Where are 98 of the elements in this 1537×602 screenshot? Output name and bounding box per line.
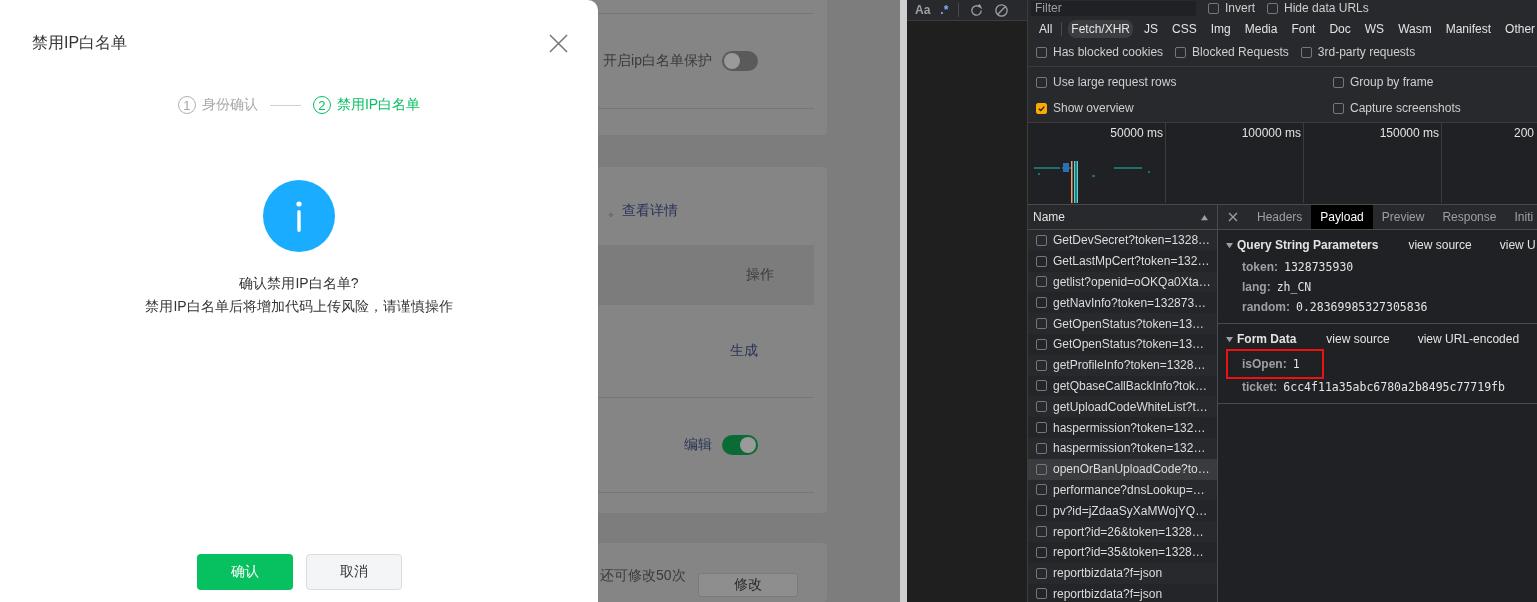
checkbox[interactable] bbox=[1300, 46, 1312, 58]
cancel-button[interactable]: 取消 bbox=[305, 554, 402, 590]
checkbox-label: Show overview bbox=[1053, 101, 1134, 115]
checkbox-label: Invert bbox=[1225, 1, 1255, 15]
param-value: 1328735930 bbox=[1284, 260, 1354, 274]
param-key: isOpen: bbox=[1242, 357, 1287, 371]
type-filter-button[interactable]: Media bbox=[1241, 20, 1281, 38]
param-key: random: bbox=[1242, 300, 1290, 314]
param-value: 0.28369985327305836 bbox=[1296, 300, 1428, 314]
warning-text: 禁用IP白名单后将增加代码上传风险，请谨慎操作 bbox=[145, 297, 453, 316]
param-value: 1 bbox=[1292, 357, 1300, 371]
section-title: Query String Parameters bbox=[1237, 238, 1379, 252]
modify-button[interactable]: 修改 bbox=[697, 572, 798, 597]
whitelist-label: 开启ip白名单保护 bbox=[603, 52, 712, 70]
type-filter-button[interactable]: Font bbox=[1288, 20, 1319, 38]
timeline-tick-label: 200 bbox=[1514, 126, 1535, 140]
checkbox[interactable] bbox=[1175, 46, 1187, 58]
detail-tab[interactable]: Response bbox=[1433, 205, 1506, 229]
view-source-link[interactable]: view source bbox=[1326, 332, 1390, 346]
toggle-switch[interactable] bbox=[722, 51, 758, 71]
timeline-tick-label: 50000 ms bbox=[1110, 126, 1163, 140]
section-title: Form Data bbox=[1237, 332, 1297, 346]
request-row[interactable]: getQbaseCallBackInfo?tok… bbox=[1028, 375, 1217, 397]
request-row[interactable]: openOrBanUploadCode?to… bbox=[1028, 458, 1217, 480]
column-header: 操作 bbox=[746, 265, 774, 284]
request-row[interactable]: getNavInfo?token=132873… bbox=[1028, 292, 1217, 314]
request-row[interactable]: reportbizdata?f=json bbox=[1028, 562, 1217, 584]
detail-tab[interactable]: Preview bbox=[1372, 205, 1434, 229]
type-filter-button[interactable]: Wasm bbox=[1395, 20, 1435, 38]
request-row[interactable]: pv?id=jZdaaSyXaMWojYQ… bbox=[1028, 500, 1217, 522]
checkbox[interactable] bbox=[1036, 46, 1047, 58]
type-filter-button[interactable]: Doc bbox=[1326, 20, 1354, 38]
detail-tab[interactable]: Initi bbox=[1505, 205, 1537, 229]
collapse-triangle-icon[interactable] bbox=[1226, 335, 1233, 343]
param-key: token: bbox=[1242, 260, 1278, 274]
request-row[interactable]: performance?dnsLookup=… bbox=[1028, 479, 1217, 501]
type-filter-button[interactable]: Img bbox=[1207, 20, 1234, 38]
collapse-triangle-icon[interactable] bbox=[1226, 241, 1233, 249]
type-filter-button[interactable]: JS bbox=[1141, 20, 1162, 38]
checkbox-label: Capture screenshots bbox=[1350, 101, 1461, 115]
view-source-link[interactable]: view source bbox=[1408, 238, 1472, 252]
step-label: 身份确认 bbox=[201, 96, 258, 114]
timeline-tick-label: 100000 ms bbox=[1241, 126, 1301, 140]
checkbox-label: 3rd-party requests bbox=[1317, 45, 1416, 59]
checkbox[interactable] bbox=[1036, 76, 1047, 88]
close-icon[interactable] bbox=[1228, 212, 1238, 222]
regex-toggle[interactable]: .* bbox=[940, 3, 949, 17]
request-row[interactable]: report?id=26&token=1328… bbox=[1028, 521, 1217, 542]
type-filter-button[interactable]: All bbox=[1036, 20, 1056, 38]
view-source-link[interactable]: view U bbox=[1499, 238, 1536, 252]
request-row[interactable]: GetOpenStatus?token=13… bbox=[1028, 313, 1217, 334]
info-icon bbox=[263, 180, 335, 252]
request-row[interactable]: haspermission?token=132… bbox=[1028, 437, 1217, 459]
sort-ascending-icon[interactable] bbox=[1200, 213, 1209, 221]
param-key: lang: bbox=[1242, 280, 1271, 294]
timeline-tick-label: 150000 ms bbox=[1379, 126, 1439, 140]
detail-tab[interactable]: Headers bbox=[1248, 205, 1312, 229]
checkbox-label: Use large request rows bbox=[1053, 75, 1177, 89]
checkbox-label: Group by frame bbox=[1350, 75, 1434, 89]
request-row[interactable]: GetDevSecret?token=1328… bbox=[1028, 230, 1217, 251]
param-value: 6cc4f11a35abc6780a2b8495c77719fb bbox=[1283, 380, 1505, 394]
clear-icon[interactable] bbox=[994, 2, 1010, 18]
scrollbar[interactable] bbox=[900, 0, 907, 602]
filter-input[interactable]: Filter bbox=[1031, 0, 1196, 16]
checkbox[interactable] bbox=[1267, 2, 1278, 14]
type-filter-button[interactable]: CSS bbox=[1169, 20, 1200, 38]
param-value: zh_CN bbox=[1276, 280, 1312, 294]
name-column-header[interactable]: Name bbox=[1028, 205, 1217, 230]
checkbox[interactable] bbox=[1208, 2, 1219, 14]
checkbox[interactable] bbox=[1333, 76, 1344, 88]
type-filter-button[interactable]: Fetch/XHR bbox=[1068, 20, 1134, 38]
checkbox[interactable] bbox=[1333, 102, 1344, 114]
checkbox[interactable] bbox=[1036, 102, 1047, 114]
match-case-toggle[interactable]: Aa bbox=[915, 3, 931, 17]
step-label: 禁用IP白名单 bbox=[336, 96, 421, 114]
request-row[interactable]: GetLastMpCert?token=132… bbox=[1028, 250, 1217, 272]
refresh-icon[interactable] bbox=[969, 2, 985, 18]
confirm-message: 确认禁用IP白名单? bbox=[239, 274, 359, 293]
view-source-link[interactable]: view URL-encoded bbox=[1417, 332, 1520, 346]
type-filter-button[interactable]: Manifest bbox=[1442, 20, 1495, 38]
toggle-switch[interactable] bbox=[722, 434, 758, 455]
request-row[interactable]: GetOpenStatus?token=13… bbox=[1028, 334, 1217, 355]
checkbox-label: Hide data URLs bbox=[1284, 1, 1369, 15]
quota-text: 还可修改50次 bbox=[600, 566, 686, 585]
type-filter-button[interactable]: WS bbox=[1361, 20, 1388, 38]
request-row[interactable]: haspermission?token=132… bbox=[1028, 417, 1217, 438]
detail-tab[interactable]: Payload bbox=[1311, 205, 1373, 229]
type-filter-button[interactable]: Other bbox=[1502, 20, 1537, 38]
checkbox-label: Has blocked cookies bbox=[1053, 45, 1164, 59]
dialog-title: 禁用IP白名单 bbox=[32, 33, 128, 53]
notice-text: 。 bbox=[608, 201, 622, 218]
param-key: ticket: bbox=[1242, 380, 1278, 394]
checkbox-label: Blocked Requests bbox=[1192, 45, 1289, 59]
request-row[interactable]: report?id=35&token=1328… bbox=[1028, 541, 1217, 563]
request-row[interactable]: getUploadCodeWhiteList?t… bbox=[1028, 396, 1217, 418]
close-icon[interactable] bbox=[549, 34, 568, 53]
request-row[interactable]: getProfileInfo?token=1328… bbox=[1028, 354, 1217, 376]
request-row[interactable]: getlist?openid=oOKQa0Xta… bbox=[1028, 271, 1217, 293]
